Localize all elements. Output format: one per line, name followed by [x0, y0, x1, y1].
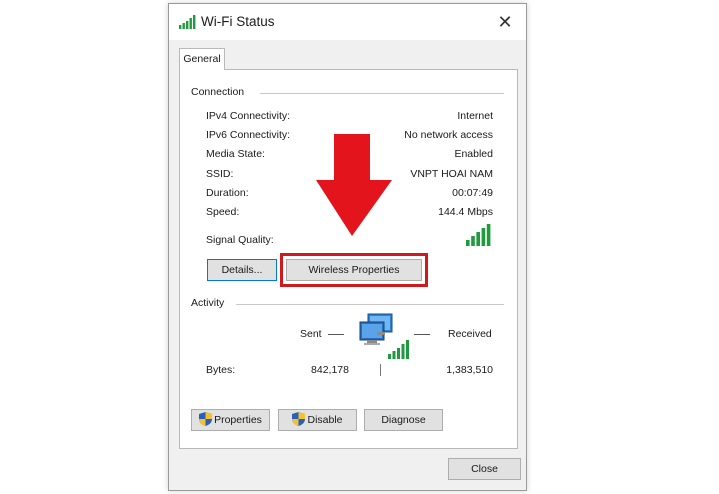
activity-divider [236, 304, 504, 305]
properties-label: Properties [214, 414, 262, 426]
disable-button[interactable]: Disable [278, 409, 357, 431]
sent-label: Sent [300, 328, 322, 340]
connection-heading: Connection [191, 86, 249, 98]
duration-value: 00:07:49 [452, 187, 493, 199]
details-button[interactable]: Details... [207, 259, 277, 281]
disable-label: Disable [307, 414, 343, 426]
down-arrow-icon [316, 134, 392, 236]
received-line [414, 334, 430, 335]
media-state-label: Media State: [206, 148, 265, 160]
wifi-signal-icon [179, 15, 196, 29]
ssid-value: VNPT HOAI NAM [410, 168, 493, 180]
uac-shield-icon [199, 412, 213, 426]
signal-bar [471, 236, 475, 246]
media-state-value: Enabled [454, 148, 493, 160]
bytes-received-value: 1,383,510 [446, 364, 493, 376]
properties-button[interactable]: Properties [191, 409, 270, 431]
uac-shield-icon [292, 412, 306, 426]
window-title: Wi-Fi Status [201, 14, 275, 29]
title-bar: Wi-Fi Status ✕ [169, 4, 526, 40]
signal-bars-icon [466, 224, 491, 246]
general-panel: Connection IPv4 Connectivity: Internet I… [179, 69, 518, 449]
speed-value: 144.4 Mbps [438, 206, 493, 218]
network-computers-icon [359, 313, 409, 359]
ssid-label: SSID: [206, 168, 234, 180]
wifi-status-dialog: Wi-Fi Status ✕ General Connection IPv4 C… [168, 3, 527, 491]
bytes-sent-value: 842,178 [311, 364, 349, 376]
wireless-properties-highlight [280, 253, 428, 287]
signal-quality-label: Signal Quality: [206, 234, 274, 246]
bytes-label: Bytes: [206, 364, 236, 376]
signal-bar [476, 232, 480, 246]
tab-general[interactable]: General [179, 48, 225, 70]
ipv6-value: No network access [404, 129, 493, 141]
close-button[interactable]: Close [448, 458, 521, 480]
signal-bar [486, 224, 491, 246]
received-label: Received [448, 328, 492, 340]
activity-separator [380, 364, 381, 376]
diagnose-button[interactable]: Diagnose [364, 409, 443, 431]
ipv4-value: Internet [457, 110, 493, 122]
sent-line [328, 334, 344, 335]
ipv6-label: IPv6 Connectivity: [206, 129, 291, 141]
speed-label: Speed: [206, 206, 240, 218]
signal-bar [466, 240, 470, 246]
close-window-button[interactable]: ✕ [494, 11, 516, 33]
activity-heading: Activity [191, 297, 229, 309]
connection-divider [260, 93, 504, 94]
ipv4-label: IPv4 Connectivity: [206, 110, 291, 122]
duration-label: Duration: [206, 187, 249, 199]
signal-bar [481, 228, 486, 246]
